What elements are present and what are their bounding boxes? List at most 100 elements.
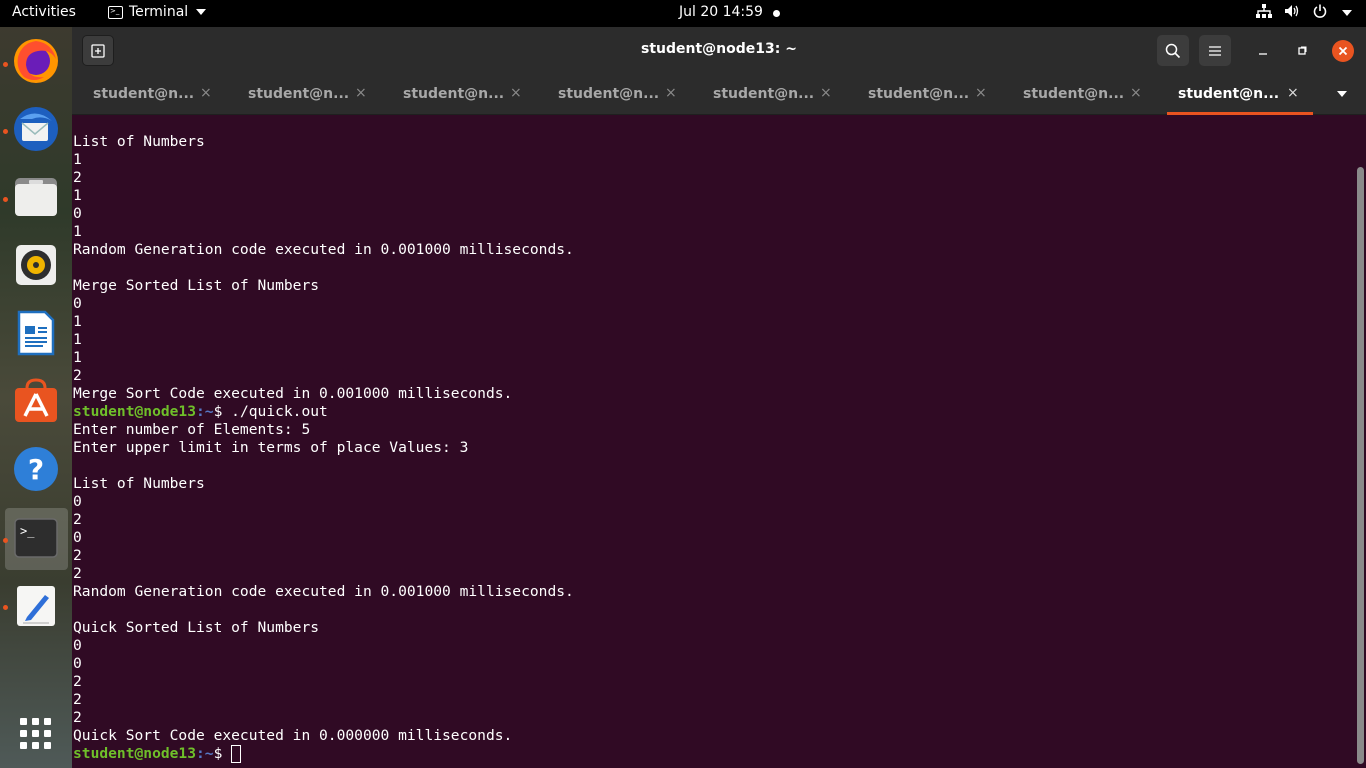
tab-list-dropdown-icon[interactable] [1337, 91, 1347, 97]
minimize-icon [1259, 53, 1267, 55]
restore-icon [1298, 46, 1307, 55]
terminal-line: Merge Sort Code executed in 0.001000 mil… [73, 385, 513, 402]
menu-button[interactable] [1199, 35, 1231, 66]
terminal-line: 0 [73, 295, 82, 312]
libreoffice-writer-icon[interactable] [12, 309, 60, 357]
tab-terminal[interactable]: student@n... × [847, 74, 1002, 114]
running-indicator [3, 605, 8, 610]
tab-label: student@n... [1023, 86, 1125, 102]
svg-text:?: ? [28, 453, 44, 486]
tab-label: student@n... [558, 86, 660, 102]
terminal-line: Quick Sort Code executed in 0.000000 mil… [73, 727, 513, 744]
volume-icon[interactable] [1284, 4, 1300, 22]
tab-label: student@n... [1178, 86, 1280, 102]
terminal-line: 1 [73, 313, 82, 330]
ubuntu-software-icon[interactable] [12, 377, 60, 425]
help-icon[interactable]: ? [12, 445, 60, 493]
tab-close-icon[interactable]: × [200, 85, 212, 101]
terminal-line: Merge Sorted List of Numbers [73, 277, 320, 294]
terminal-line: 1 [73, 331, 82, 348]
tab-close-icon[interactable]: × [1287, 85, 1299, 101]
tab-close-icon[interactable]: × [355, 85, 367, 101]
rhythmbox-icon[interactable] [12, 241, 60, 289]
tab-terminal[interactable]: student@n... × [692, 74, 847, 114]
thunderbird-icon[interactable] [12, 105, 60, 153]
tab-close-icon[interactable]: × [1130, 85, 1142, 101]
hamburger-icon [1209, 45, 1221, 56]
terminal-line: Quick Sorted List of Numbers [73, 619, 320, 636]
tab-close-icon[interactable]: × [665, 85, 677, 101]
terminal-output[interactable]: List of Numbers 1 2 1 0 1 Random Generation co… [72, 115, 1357, 768]
command-text: ./quick.out [231, 403, 328, 420]
terminal-line: 1 [73, 349, 82, 366]
terminal-line: 0 [73, 655, 82, 672]
terminal-line: 0 [73, 493, 82, 510]
prompt-user: student@node13 [73, 745, 197, 762]
tab-terminal[interactable]: student@n... × [72, 74, 227, 114]
files-icon[interactable] [12, 173, 60, 221]
scrollbar[interactable] [1357, 167, 1364, 764]
terminal-line: 2 [73, 565, 82, 582]
show-applications-icon[interactable] [12, 710, 60, 758]
terminal-line: student@node13:~$ ./quick.out [73, 403, 1357, 421]
terminal-line: Enter number of Elements: 5 [73, 421, 311, 438]
text-cursor [231, 745, 242, 763]
tab-close-icon[interactable]: × [975, 85, 987, 101]
tab-terminal[interactable]: student@n... × [227, 74, 382, 114]
tab-close-icon[interactable]: × [510, 85, 522, 101]
chevron-down-icon[interactable] [1342, 10, 1352, 16]
terminal-line: List of Numbers [73, 133, 205, 150]
prompt-symbol: $ [213, 745, 232, 762]
search-icon [1165, 43, 1181, 58]
clock[interactable]: Jul 20 14:59 [679, 4, 763, 20]
top-bar: Activities >_ Terminal Jul 20 14:59 [0, 0, 1366, 27]
terminal-line: List of Numbers [73, 475, 205, 492]
prompt-user: student@node13 [73, 403, 197, 420]
terminal-window: student@node13: ~ student@n... × student@n… [72, 27, 1366, 768]
minimize-button[interactable] [1252, 40, 1274, 62]
power-icon[interactable] [1312, 4, 1328, 22]
terminal-line: 1 [73, 223, 82, 240]
tab-label: student@n... [248, 86, 350, 102]
text-editor-icon[interactable] [12, 582, 60, 630]
terminal-line: student@node13:~$ [73, 745, 1357, 763]
maximize-button[interactable] [1291, 40, 1313, 62]
tab-terminal[interactable]: student@n... × [1002, 74, 1157, 114]
app-menu-label: Terminal [129, 4, 189, 20]
tab-terminal[interactable]: student@n... × [1167, 74, 1322, 115]
running-indicator [3, 129, 8, 134]
terminal-icon: >_ [108, 5, 123, 19]
notification-dot [773, 10, 780, 17]
app-menu[interactable]: >_ Terminal [108, 4, 207, 20]
tab-label: student@n... [93, 86, 195, 102]
search-button[interactable] [1157, 35, 1189, 66]
terminal-line: 2 [73, 511, 82, 528]
terminal-line: 1 [73, 187, 82, 204]
tab-terminal[interactable]: student@n... × [382, 74, 537, 114]
running-indicator [3, 538, 8, 543]
close-button[interactable] [1332, 40, 1354, 62]
system-tray[interactable] [1256, 4, 1352, 22]
tab-terminal[interactable]: student@n... × [537, 74, 692, 114]
terminal-line: 0 [73, 529, 82, 546]
terminal-line: 2 [73, 367, 82, 384]
tab-label: student@n... [713, 86, 815, 102]
network-icon[interactable] [1256, 4, 1272, 22]
running-indicator [3, 197, 8, 202]
firefox-icon[interactable] [12, 37, 60, 85]
terminal-icon[interactable]: >_ [12, 514, 60, 562]
dock: ? >_ [0, 27, 72, 768]
terminal-line: 1 [73, 151, 82, 168]
title-bar[interactable]: student@node13: ~ [72, 27, 1366, 74]
terminal-line: 2 [73, 691, 82, 708]
prompt-symbol: $ [213, 403, 232, 420]
running-indicator [3, 62, 8, 67]
activities-button[interactable]: Activities [12, 4, 76, 20]
tab-close-icon[interactable]: × [820, 85, 832, 101]
tab-label: student@n... [868, 86, 970, 102]
tab-bar: student@n... × student@n... × student@n... × s… [72, 74, 1366, 115]
